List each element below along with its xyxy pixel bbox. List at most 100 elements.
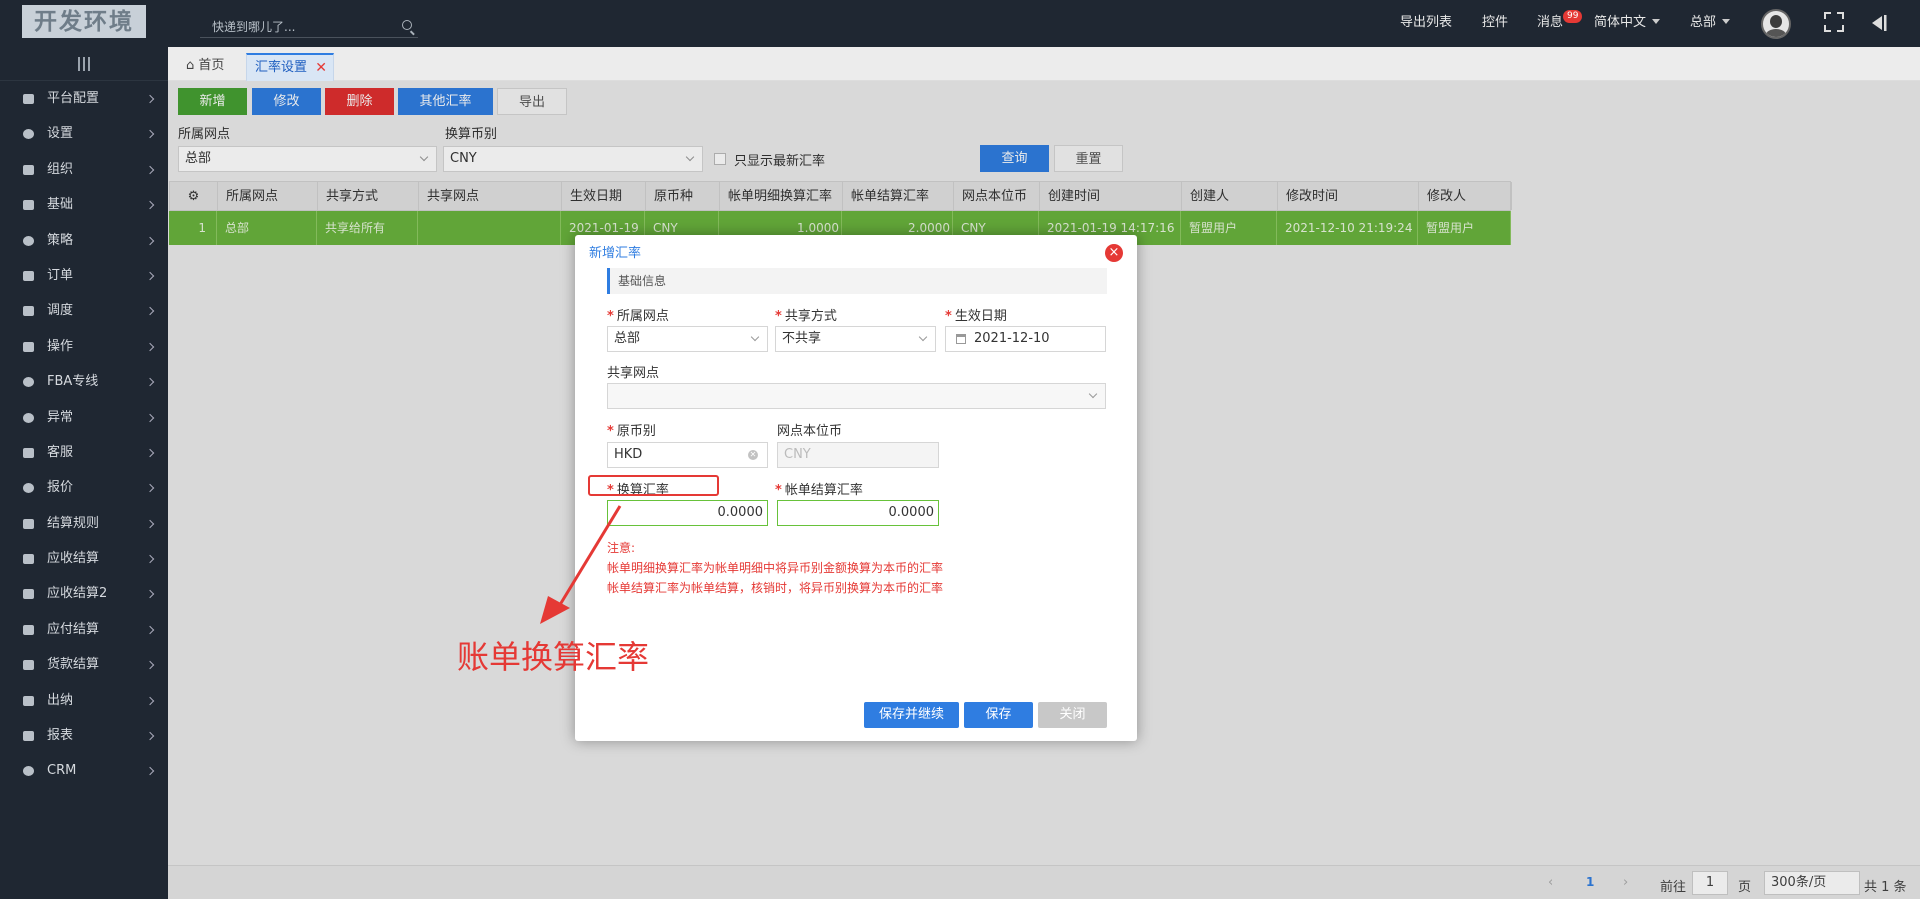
settlement-rate-input[interactable]: 0.0000	[777, 500, 939, 526]
clear-icon[interactable]: ✕	[748, 450, 758, 460]
sidebar-item-label: 操作	[47, 338, 74, 354]
org-dropdown[interactable]: 总部	[1690, 0, 1731, 47]
base-currency-input: CNY	[777, 442, 939, 468]
collapse-panel-icon[interactable]	[1870, 14, 1888, 32]
original-currency-input[interactable]: HKD ✕	[607, 442, 768, 468]
monitor-icon	[23, 94, 34, 104]
chevron-right-icon	[145, 767, 155, 776]
share-outlet-label: 共享网点	[607, 366, 660, 381]
sidebar-item-label: 应收结算2	[47, 586, 108, 602]
note-block: 注意: 帐单明细换算汇率为帐单明细中将异币别金额换算为本币的汇率 帐单结算汇率为…	[607, 538, 943, 598]
sidebar-item-exceptions[interactable]: 异常	[0, 400, 168, 435]
chevron-right-icon	[145, 271, 155, 281]
close-button[interactable]: 关闭	[1038, 702, 1107, 728]
chevron-right-icon	[145, 200, 155, 210]
chevron-right-icon	[145, 448, 155, 458]
widgets-link[interactable]: 控件	[1482, 0, 1508, 47]
chevron-right-icon	[145, 696, 155, 705]
sidebar-item-crm[interactable]: CRM	[0, 753, 168, 788]
close-icon[interactable]: ✕	[315, 55, 327, 81]
users-icon	[23, 164, 34, 175]
fullscreen-icon[interactable]	[1824, 12, 1844, 32]
chevron-right-icon	[145, 625, 155, 635]
chevron-down-icon	[1722, 19, 1731, 24]
sidebar-item-customer-service[interactable]: 客服	[0, 435, 168, 470]
settlement-rate-label: * 帐单结算汇率	[775, 483, 863, 498]
sidebar-item-settlement-rules[interactable]: 结算规则	[0, 506, 168, 541]
sidebar-item-strategy[interactable]: 策略	[0, 223, 168, 258]
language-dropdown[interactable]: 简体中文	[1594, 0, 1661, 47]
chevron-right-icon	[145, 413, 155, 422]
save-button[interactable]: 保存	[964, 702, 1033, 728]
sidebar-item-reports[interactable]: 报表	[0, 718, 168, 753]
org-label: 总部	[1690, 15, 1717, 30]
share-outlet-select[interactable]	[607, 383, 1106, 409]
chevron-right-icon	[145, 554, 155, 564]
sidebar-toggle[interactable]	[0, 47, 168, 81]
language-label: 简体中文	[1594, 15, 1647, 30]
original-currency-label: * 原币别	[607, 424, 656, 439]
sidebar-item-receivables[interactable]: 应收结算	[0, 541, 168, 576]
tab-home[interactable]: ⌂ 首页	[178, 53, 232, 81]
tab-label: 首页	[198, 58, 225, 73]
original-currency-value: HKD	[614, 447, 643, 462]
sidebar-item-basic[interactable]: 基础	[0, 187, 168, 222]
sidebar-item-dispatch[interactable]: 调度	[0, 293, 168, 328]
save-and-continue-button[interactable]: 保存并继续	[864, 702, 959, 728]
share-mode-select[interactable]: 不共享	[775, 326, 936, 352]
global-search-input[interactable]: 快递到哪儿了...	[200, 12, 418, 38]
chart-icon	[23, 731, 34, 742]
sidebar-item-fba[interactable]: FBA专线	[0, 364, 168, 399]
sidebar-item-label: 设置	[47, 126, 74, 142]
crm-icon	[23, 766, 34, 777]
chevron-down-icon	[918, 332, 928, 342]
user-icon	[23, 695, 34, 706]
share-mode-label: * 共享方式	[775, 309, 837, 324]
chevron-right-icon	[145, 94, 155, 104]
conversion-rate-input[interactable]: 0.0000	[607, 500, 768, 526]
search-icon[interactable]	[402, 20, 412, 30]
export-list-link[interactable]: 导出列表	[1400, 0, 1452, 47]
chevron-right-icon	[145, 342, 155, 351]
tab-exchange-rate-settings[interactable]: 汇率设置 ✕	[246, 53, 334, 81]
home-icon: ⌂	[186, 58, 199, 73]
outlet-select[interactable]: 总部	[607, 326, 768, 352]
document-icon	[23, 270, 34, 281]
sidebar-item-label: 报价	[47, 480, 74, 496]
sidebar-item-label: 客服	[47, 444, 74, 460]
sidebar-item-label: 报表	[47, 728, 74, 744]
calendar-icon	[956, 334, 966, 344]
wallet-icon	[23, 624, 34, 635]
messages-link[interactable]: 消息	[1537, 0, 1563, 47]
message-badge: 99	[1563, 10, 1583, 23]
avatar[interactable]	[1761, 9, 1791, 39]
sidebar-item-receivables-2[interactable]: 应收结算2	[0, 576, 168, 611]
sidebar-item-quotes[interactable]: 报价	[0, 470, 168, 505]
app-logo: 开发环境	[22, 5, 146, 38]
sidebar-item-payables[interactable]: 应付结算	[0, 612, 168, 647]
sidebar-item-orders[interactable]: 订单	[0, 258, 168, 293]
tab-bar: ⌂ 首页 汇率设置 ✕	[168, 47, 1920, 81]
effective-date-value: 2021-12-10	[974, 331, 1050, 346]
sidebar-item-cashier[interactable]: 出纳	[0, 683, 168, 718]
outlet-value: 总部	[614, 331, 641, 346]
sidebar-item-label: 策略	[47, 232, 74, 248]
base-currency-label: 网点本位币	[777, 424, 843, 439]
sidebar-item-platform-config[interactable]: 平台配置	[0, 81, 168, 116]
close-icon[interactable]: ×	[1105, 244, 1123, 262]
sidebar-item-operations[interactable]: 操作	[0, 329, 168, 364]
sidebar-item-organization[interactable]: 组织	[0, 152, 168, 187]
sidebar-item-settings[interactable]: 设置	[0, 116, 168, 151]
shield-icon	[23, 235, 34, 246]
sidebar-item-goods-settlement[interactable]: 货款结算	[0, 647, 168, 682]
chevron-right-icon	[145, 377, 155, 387]
chevron-right-icon	[145, 236, 155, 245]
effective-date-picker[interactable]: 2021-12-10	[945, 326, 1106, 352]
annotation-arrow-icon	[540, 505, 622, 624]
hand-icon	[23, 306, 34, 317]
share-mode-value: 不共享	[782, 331, 822, 346]
section-header: 基础信息	[607, 268, 1107, 294]
layers-icon	[23, 200, 34, 211]
chevron-right-icon	[145, 165, 155, 175]
sidebar-item-label: 结算规则	[47, 515, 100, 531]
